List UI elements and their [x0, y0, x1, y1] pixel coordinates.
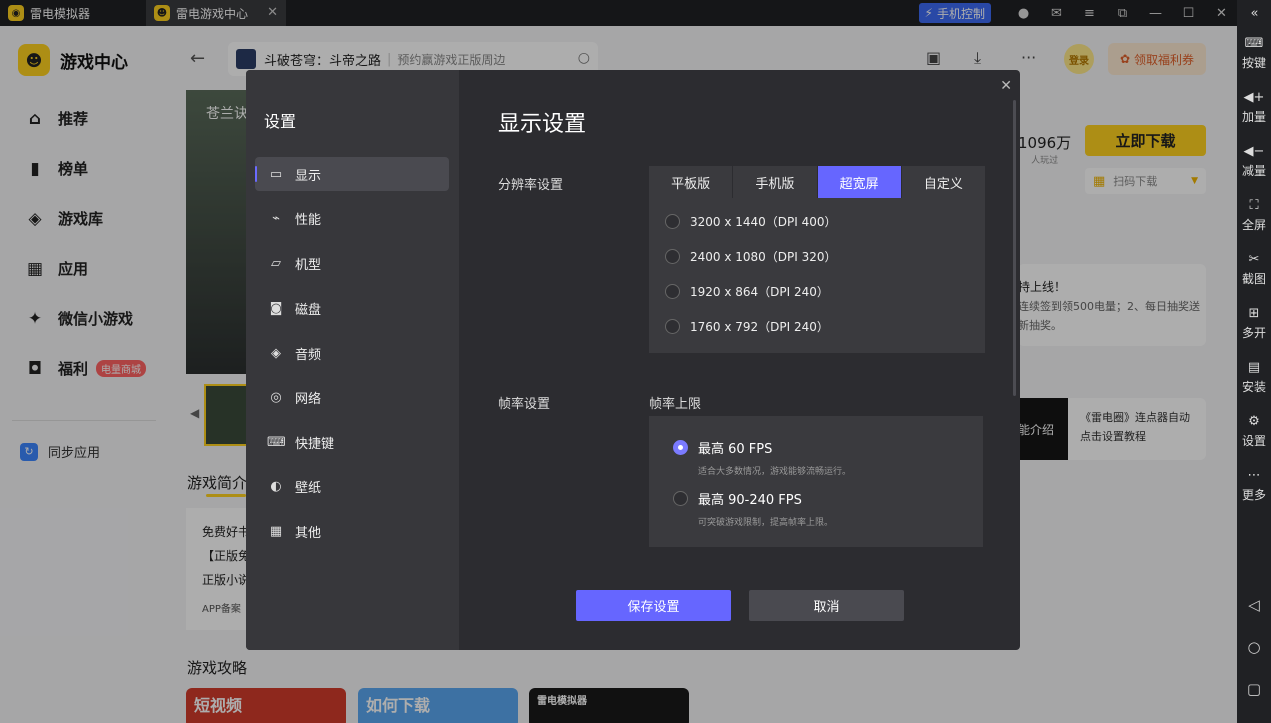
tab-ultrawide[interactable]: 超宽屏	[817, 166, 902, 198]
grid-icon: ▦	[269, 523, 283, 539]
monitor-icon: ▭	[269, 166, 283, 182]
settings-sidebar: 设置 ▭ 显示 ⌁ 性能 ▱ 机型 ◙ 磁盘 ◈ 音频 ◎ 网络 ⌨ 快捷键 ◐ 壁纸 ▦ 其他	[246, 70, 459, 650]
radio-button[interactable]	[673, 491, 688, 506]
settings-menu-shortcuts[interactable]: ⌨ 快捷键	[255, 425, 449, 459]
cancel-button[interactable]: 取消	[749, 590, 904, 621]
resolution-option[interactable]: 3200 x 1440（DPI 400）	[665, 213, 837, 230]
scissors-icon: ✂	[1248, 251, 1260, 267]
fps-label: 帧率设置	[498, 397, 551, 412]
settings-menu-network[interactable]: ◎ 网络	[255, 380, 449, 414]
fps-option-60[interactable]: 最高 60 FPS 适合大多数情况，游戏能够流畅运行。	[673, 438, 851, 477]
emulator-toolbar: ⌨ 按键 ◀+ 加量 ◀− 减量 ⛶ 全屏 ✂ 截图 ⊞ 多开 ▤ 安装 ⚙ 设置 ⋯ 更多 ◁ …	[1237, 26, 1271, 723]
toolbar-volume-up[interactable]: ◀+ 加量	[1242, 80, 1266, 134]
radio-button[interactable]	[673, 440, 688, 455]
palette-icon: ◐	[270, 478, 282, 494]
page-title: 显示设置	[498, 112, 587, 137]
toolbar-install[interactable]: ▤ 安装	[1242, 350, 1266, 404]
save-button[interactable]: 保存设置	[576, 590, 731, 621]
toolbar-keymap[interactable]: ⌨ 按键	[1242, 26, 1266, 80]
toolbar-settings[interactable]: ⚙ 设置	[1242, 404, 1266, 458]
performance-icon: ⌁	[272, 210, 280, 226]
more-icon: ⋯	[1247, 467, 1261, 483]
globe-icon: ◎	[270, 389, 282, 405]
toolbar-multi-instance[interactable]: ⊞ 多开	[1242, 296, 1266, 350]
resolution-label: 分辨率设置	[498, 178, 564, 193]
radio-button[interactable]	[665, 214, 680, 229]
folder-icon: ▱	[271, 255, 281, 271]
tab-phone[interactable]: 手机版	[733, 166, 818, 198]
gear-icon: ⚙	[1248, 413, 1260, 429]
home-nav-icon[interactable]: ○	[1237, 638, 1271, 656]
settings-menu-audio[interactable]: ◈ 音频	[255, 336, 449, 370]
toolbar-screenshot[interactable]: ✂ 截图	[1242, 242, 1266, 296]
fps-limit-label: 帧率上限	[649, 397, 702, 412]
toolbar-fullscreen[interactable]: ⛶ 全屏	[1242, 188, 1266, 242]
keyboard-icon: ⌨	[267, 434, 286, 450]
close-icon[interactable]: ✕	[1000, 78, 1012, 94]
toolbar-more[interactable]: ⋯ 更多	[1242, 458, 1266, 512]
multi-instance-icon: ⊞	[1248, 305, 1260, 321]
resolution-option[interactable]: 2400 x 1080（DPI 320）	[665, 248, 837, 265]
recents-nav-icon[interactable]: ▢	[1237, 680, 1271, 698]
apk-icon: ▤	[1247, 359, 1261, 375]
settings-title: 设置	[264, 112, 297, 131]
toolbar-volume-down[interactable]: ◀− 减量	[1242, 134, 1266, 188]
scrollbar[interactable]	[1013, 100, 1016, 396]
back-nav-icon[interactable]: ◁	[1237, 596, 1271, 614]
settings-menu-performance[interactable]: ⌁ 性能	[255, 201, 449, 235]
settings-modal: 设置 ▭ 显示 ⌁ 性能 ▱ 机型 ◙ 磁盘 ◈ 音频 ◎ 网络 ⌨ 快捷键 ◐ 壁纸 ▦ 其他 …	[246, 70, 1020, 650]
volume-down-icon: ◀−	[1243, 143, 1265, 159]
fullscreen-icon: ⛶	[1249, 197, 1259, 213]
tab-tablet[interactable]: 平板版	[649, 166, 734, 198]
fps-option-240[interactable]: 最高 90-240 FPS 可突破游戏限制，提高帧率上限。	[673, 489, 833, 528]
radio-button[interactable]	[665, 249, 680, 264]
settings-menu-disk[interactable]: ◙ 磁盘	[255, 291, 449, 325]
tab-custom[interactable]: 自定义	[902, 166, 985, 198]
settings-menu-model[interactable]: ▱ 机型	[255, 246, 449, 280]
settings-menu-wallpaper[interactable]: ◐ 壁纸	[255, 469, 449, 503]
gamepad-icon: ◈	[271, 345, 281, 361]
resolution-options: 3200 x 1440（DPI 400） 2400 x 1080（DPI 320…	[649, 198, 985, 353]
keyboard-icon: ⌨	[1244, 35, 1264, 51]
settings-menu-other[interactable]: ▦ 其他	[255, 514, 449, 548]
resolution-option[interactable]: 1920 x 864（DPI 240）	[665, 283, 829, 300]
radio-button[interactable]	[665, 284, 680, 299]
volume-up-icon: ◀+	[1243, 89, 1265, 105]
radio-button[interactable]	[665, 319, 680, 334]
settings-menu-display[interactable]: ▭ 显示	[255, 157, 449, 191]
resolution-tabs: 平板版 手机版 超宽屏 自定义	[649, 166, 985, 198]
resolution-option[interactable]: 1760 x 792（DPI 240）	[665, 318, 829, 335]
disk-icon: ◙	[269, 300, 283, 316]
fps-options: 最高 60 FPS 适合大多数情况，游戏能够流畅运行。 最高 90-240 FP…	[649, 416, 983, 547]
collapse-sidebar-icon[interactable]: «	[1238, 6, 1271, 21]
